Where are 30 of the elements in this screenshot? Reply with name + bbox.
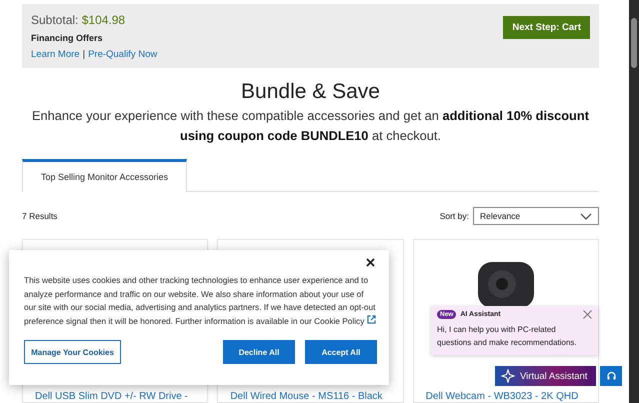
sparkle-icon <box>501 369 515 383</box>
sort-dropdown[interactable]: Relevance <box>473 207 599 225</box>
financing-label: Financing Offers <box>31 33 104 43</box>
cookie-notice-text: This website uses cookies and other tracking technologies to enhance user experience and to analyze performance and traffic on our website. We also share information about your use of our site with our social media, advertising and analytics partners. If we have detected an opt-out preference signal then it will be honored. Further information is available in our Cookie Policy <box>24 274 377 328</box>
external-link-icon <box>366 314 376 324</box>
results-count: 7 Results <box>22 211 58 221</box>
learn-more-link[interactable]: Learn More <box>31 49 80 60</box>
subtotal-label: Subtotal: <box>31 13 78 27</box>
next-step-button[interactable]: Next Step: Cart <box>503 16 590 39</box>
subtotal-price: $104.98 <box>82 13 126 27</box>
cookie-action-button[interactable]: Decline All <box>223 340 295 364</box>
close-icon[interactable] <box>366 258 375 267</box>
cookie-policy-link[interactable]: Cookie Policy <box>314 316 376 326</box>
tab[interactable]: Top Selling Monitor Accessories <box>22 159 188 192</box>
pre-qualify-link[interactable]: Pre-Qualify Now <box>88 49 158 60</box>
scrollbar[interactable] <box>629 0 639 403</box>
link-separator: | <box>82 49 86 60</box>
page-heading: Bundle & Save <box>240 80 381 104</box>
headset-icon <box>606 371 616 381</box>
promo-text: Enhance your experience with these compatible accessories and get an additional 10% discount using coupon code BUNDLE10 at checkout. <box>31 107 590 145</box>
virtual-assistant-button[interactable]: Virtual Assistant <box>495 366 596 386</box>
sort-label: Sort by: <box>440 211 469 221</box>
product-title-link[interactable]: Dell Wired Mouse - MS116 - Black <box>230 391 391 402</box>
chevron-down-icon <box>580 212 592 220</box>
assistant-message: Hi, I can help you with PC-related questions and make recommendations. <box>437 324 578 349</box>
manage-cookies-button[interactable]: Manage Your Cookies <box>24 340 121 364</box>
headset-button[interactable] <box>600 366 622 386</box>
cookie-action-button[interactable]: Accept All <box>305 340 377 364</box>
product-title-link[interactable]: Dell USB Slim DVD +/- RW Drive - <box>35 391 196 402</box>
product-title-link[interactable]: Dell Webcam - WB3023 - 2K QHD <box>426 391 586 402</box>
